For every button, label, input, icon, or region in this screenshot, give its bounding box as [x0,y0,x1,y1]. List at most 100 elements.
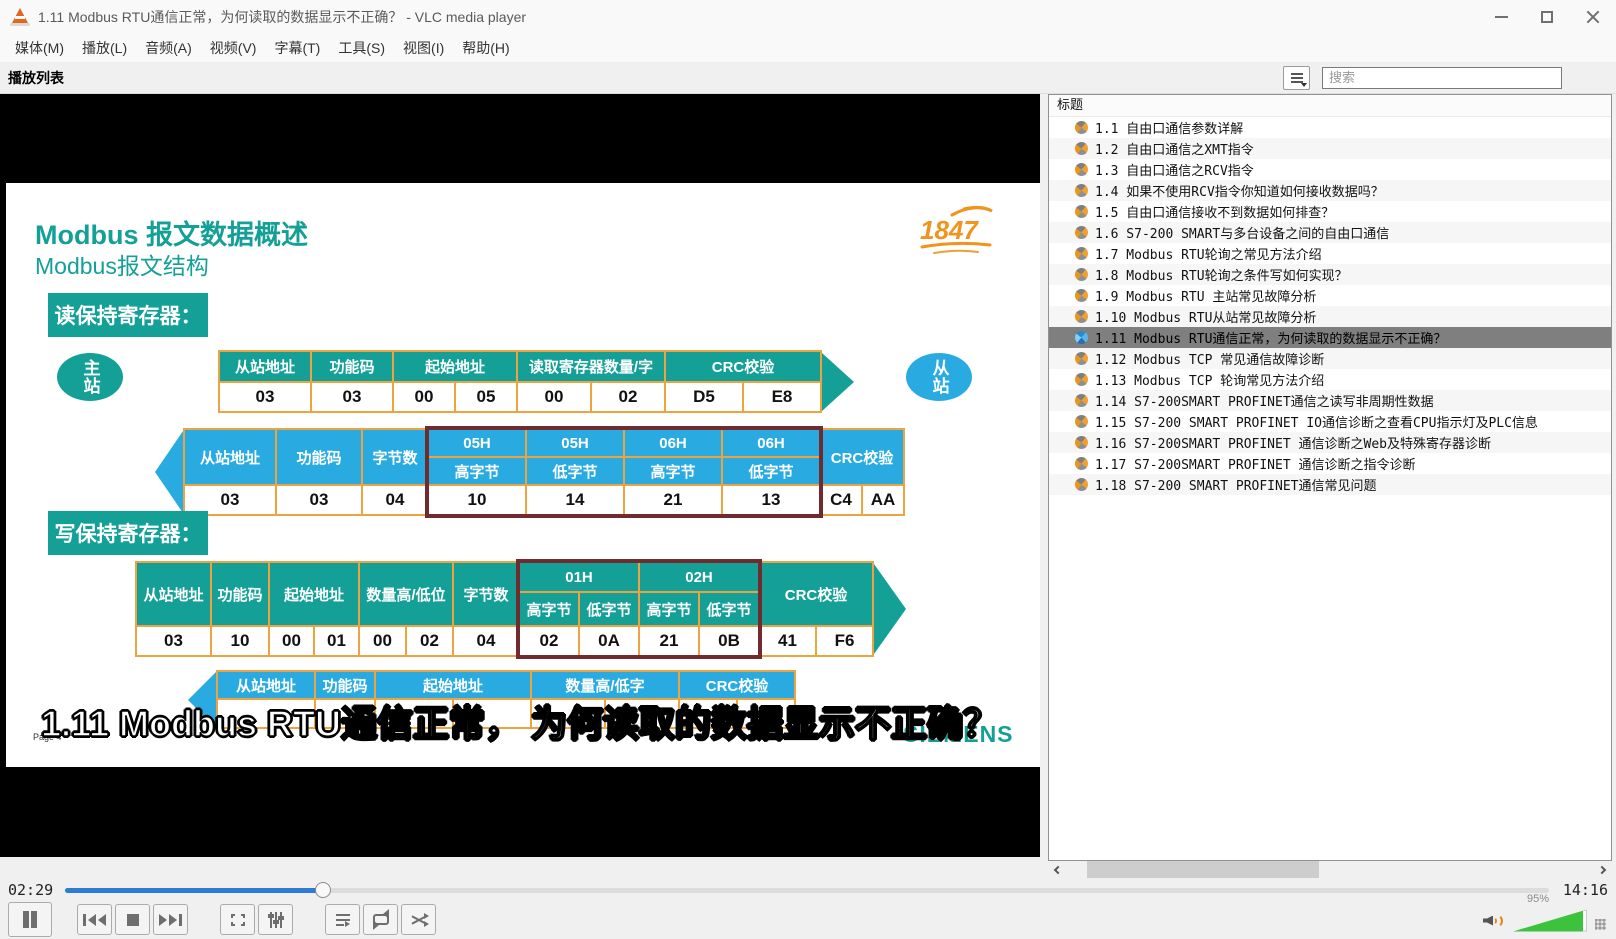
minimize-button[interactable] [1478,0,1524,34]
header-cell: CRC校验 [666,352,820,381]
playlist-item-selected[interactable]: 1.11 Modbus RTU通信正常，为何读取的数据显示不正确？ [1049,327,1611,348]
value-cell: 00 [518,383,590,411]
value-cell: 03 [312,383,392,411]
playlist-item[interactable]: 1.17 S7-200SMART PROFINET 通信诊断之指令诊断 [1049,453,1611,474]
header-cell: 06H [625,430,721,456]
playlist-item-label: 1.4 如果不使用RCV指令你知道如何接收数据吗？ [1095,181,1384,200]
scrollbar-track[interactable] [1065,861,1595,878]
playlist-item[interactable]: 1.1 自由口通信参数详解 [1049,117,1611,138]
header-cell: 低字节 [580,593,638,625]
search-input[interactable] [1322,67,1562,89]
playlist-view-button[interactable] [1283,66,1310,90]
header-cell: 读取寄存器数量/字 [518,352,664,381]
playlist-item[interactable]: 1.10 Modbus RTU从站常见故障分析 [1049,306,1611,327]
menu-subtitle[interactable]: 字幕(T) [265,34,329,62]
resize-grip[interactable] [1595,919,1606,930]
playlist-item[interactable]: 1.7 Modbus RTU轮询之常见方法介绍 [1049,243,1611,264]
header-cell: 低字节 [700,593,758,625]
pause-button[interactable] [8,902,52,937]
next-icon [169,914,177,926]
playlist-horizontal-scrollbar[interactable] [1048,861,1612,878]
media-globe-icon [1075,121,1088,134]
scroll-right-arrow[interactable] [1595,861,1612,878]
value-cell: F6 [817,627,872,655]
header-cell: CRC校验 [821,430,903,484]
volume-wedge[interactable] [1513,910,1587,932]
next-button[interactable] [153,904,188,935]
playlist-item[interactable]: 1.3 自由口通信之RCV指令 [1049,159,1611,180]
playlist-item[interactable]: 1.16 S7-200SMART PROFINET 通信诊断之Web及特殊寄存器… [1049,432,1611,453]
playlist-item-label: 1.12 Modbus TCP 常见通信故障诊断 [1095,349,1324,368]
value-cell: 03 [220,383,310,411]
playlist-item-label: 1.5 自由口通信接收不到数据如何排查？ [1095,202,1334,221]
close-icon [1586,10,1600,24]
playlist-item[interactable]: 1.15 S7-200 SMART PROFINET IO通信诊断之查看CPU指… [1049,411,1611,432]
video-display[interactable]: Modbus 报文数据概述 Modbus报文结构 读保持寄存器： 主站 从站 从… [0,94,1040,857]
video-column: Modbus 报文数据概述 Modbus报文结构 读保持寄存器： 主站 从站 从… [0,94,1040,878]
stop-button[interactable] [115,904,150,935]
header-cell: 从站地址 [137,563,210,625]
scrollbar-thumb[interactable] [1087,861,1319,878]
playlist-item[interactable]: 1.8 Modbus RTU轮询之条件写如何实现？ [1049,264,1611,285]
header-cell: 低字节 [527,458,623,484]
value-cell: 0A [580,627,638,655]
playlist-item-label: 1.15 S7-200 SMART PROFINET IO通信诊断之查看CPU指… [1095,412,1538,431]
menu-audio[interactable]: 音频(A) [136,34,201,62]
playlist-item[interactable]: 1.2 自由口通信之XMT指令 [1049,138,1611,159]
playlist-item[interactable]: 1.5 自由口通信接收不到数据如何排查？ [1049,201,1611,222]
previous-icon [98,914,106,926]
value-cell: 00 [270,627,313,655]
menu-tools[interactable]: 工具(S) [329,34,394,62]
volume-slider[interactable]: 95% [1513,908,1587,932]
mute-button[interactable] [1483,912,1505,930]
menu-help[interactable]: 帮助(H) [453,34,518,62]
header-cell: 字节数 [454,563,518,625]
fullscreen-icon [231,914,245,926]
header-cell: 高字节 [520,593,578,625]
menu-playback[interactable]: 播放(L) [73,34,136,62]
media-globe-icon [1075,436,1088,449]
playlist-item[interactable]: 1.12 Modbus TCP 常见通信故障诊断 [1049,348,1611,369]
volume-fill [1513,910,1583,932]
playlist-item[interactable]: 1.4 如果不使用RCV指令你知道如何接收数据吗？ [1049,180,1611,201]
next-icon [179,914,182,926]
loop-button[interactable] [363,904,398,935]
maximize-button[interactable] [1524,0,1570,34]
playlist-item[interactable]: 1.13 Modbus TCP 轮询常见方法介绍 [1049,369,1611,390]
close-button[interactable] [1570,0,1616,34]
shuffle-button[interactable] [401,904,436,935]
read-response-table: 从站地址 功能码 字节数 05H 05H 06H 06H CRC校验 高字节 低… [155,428,905,516]
total-time: 14:16 [1563,881,1608,899]
value-cell: 02 [520,627,578,655]
value-cell: 02 [407,627,452,655]
extended-settings-button[interactable] [258,904,293,935]
playlist-panel: 标题 1.1 自由口通信参数详解 1.2 自由口通信之XMT指令 1.3 自由口… [1040,94,1616,878]
seek-handle[interactable] [315,882,331,898]
menu-view[interactable]: 视图(I) [394,34,453,62]
next-icon [159,914,167,926]
header-cell: 功能码 [312,352,392,381]
value-cell: 00 [360,627,405,655]
media-globe-icon [1075,415,1088,428]
playlist-item[interactable]: 1.6 S7-200 SMART与多台设备之间的自由口通信 [1049,222,1611,243]
seek-fill [65,888,323,893]
previous-button[interactable] [77,904,112,935]
menu-media[interactable]: 媒体(M) [6,34,73,62]
fullscreen-button[interactable] [220,904,255,935]
speaker-wave-icon [1489,914,1503,928]
toggle-playlist-button[interactable] [325,904,360,935]
value-cell: 10 [212,627,268,655]
menu-video[interactable]: 视频(V) [201,34,266,62]
previous-icon [88,914,96,926]
svg-text:1847: 1847 [920,215,979,245]
dropdown-arrow-icon [1301,83,1307,87]
playlist-item[interactable]: 1.18 S7-200 SMART PROFINET通信常见问题 [1049,474,1611,495]
seek-bar[interactable] [65,888,1549,893]
media-globe-icon [1075,205,1088,218]
scroll-left-arrow[interactable] [1048,861,1065,878]
slide-subtitle: Modbus报文结构 [35,247,209,281]
playlist-item[interactable]: 1.9 Modbus RTU 主站常见故障分析 [1049,285,1611,306]
playlist-item[interactable]: 1.14 S7-200SMART PROFINET通信之读写非周期性数据 [1049,390,1611,411]
playlist-toolbar: 播放列表 [0,62,1616,94]
previous-icon [83,914,86,926]
